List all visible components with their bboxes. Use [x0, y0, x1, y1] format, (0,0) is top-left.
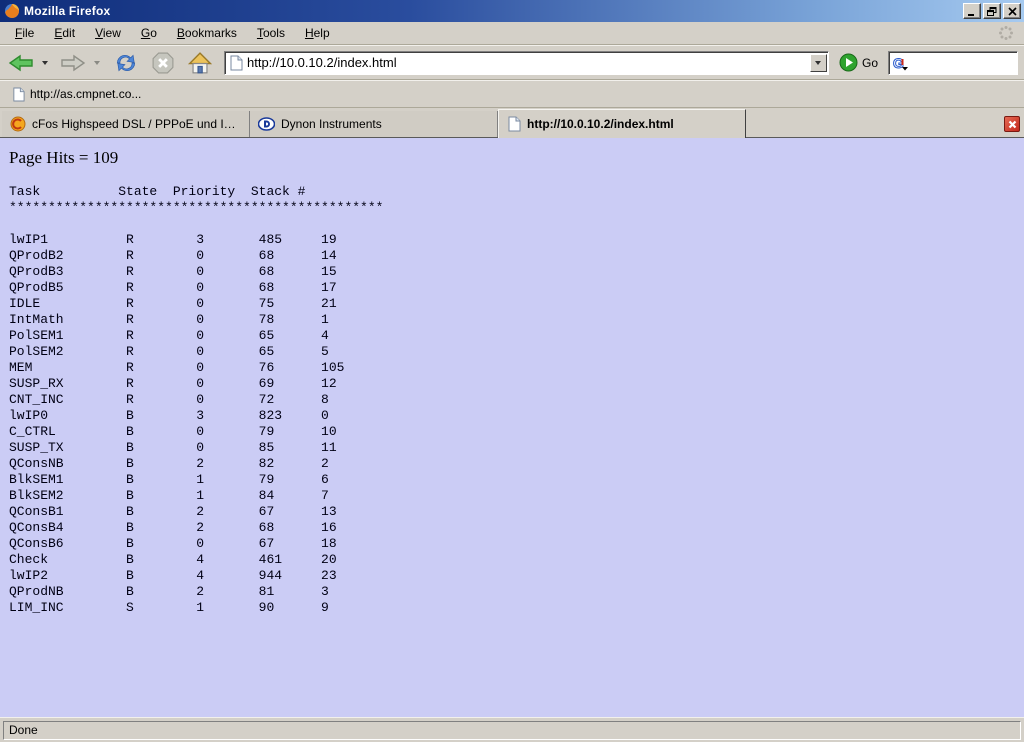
title-bar[interactable]: Mozilla Firefox [0, 0, 1024, 22]
close-icon [1008, 120, 1017, 129]
menu-bar: File Edit View Go Bookmarks Tools Help [0, 22, 1024, 45]
url-input[interactable] [247, 52, 806, 74]
bookmarks-toolbar: http://as.cmpnet.co... [0, 80, 1024, 108]
menu-go[interactable]: Go [132, 23, 166, 43]
go-button[interactable]: Go [833, 53, 884, 72]
menu-bookmarks[interactable]: Bookmarks [168, 23, 246, 43]
dynon-icon [258, 117, 275, 131]
menu-help[interactable]: Help [296, 23, 339, 43]
reload-button[interactable] [112, 50, 140, 76]
tab-bar: cFos Highspeed DSL / PPPoE und ISDN CAP.… [0, 108, 1024, 138]
page-content: Page Hits = 109 Task State Priority Stac… [0, 138, 1024, 717]
page-hits-text: Page Hits = 109 [9, 148, 1024, 168]
go-button-label: Go [862, 56, 878, 70]
status-text: Done [3, 721, 1021, 740]
search-box: G [888, 51, 1018, 75]
window-title: Mozilla Firefox [24, 4, 959, 18]
tab-active-10-0-10-2[interactable]: http://10.0.10.2/index.html [498, 109, 746, 138]
google-search-icon: G [892, 55, 910, 71]
tab-label: http://10.0.10.2/index.html [527, 117, 674, 131]
menu-tools[interactable]: Tools [248, 23, 294, 43]
forward-button[interactable] [58, 50, 88, 76]
bookmark-label: http://as.cmpnet.co... [30, 87, 141, 101]
navigation-toolbar: Go G [0, 45, 1024, 80]
firefox-logo-icon [4, 3, 20, 19]
cfos-icon [10, 116, 26, 132]
page-icon [507, 116, 521, 132]
page-icon [229, 55, 243, 71]
menu-edit[interactable]: Edit [45, 23, 84, 43]
restore-button[interactable] [983, 3, 1001, 19]
close-window-button[interactable] [1003, 3, 1021, 19]
tab-dynon[interactable]: Dynon Instruments [250, 111, 498, 137]
search-input[interactable] [912, 52, 1024, 74]
tab-label: cFos Highspeed DSL / PPPoE und ISDN CAP.… [32, 117, 241, 131]
throbber-icon [998, 25, 1014, 41]
stop-button[interactable] [150, 50, 176, 76]
task-table: Task State Priority Stack # ************… [9, 184, 1024, 616]
bookmark-item[interactable]: http://as.cmpnet.co... [8, 85, 145, 104]
tab-cfos[interactable]: cFos Highspeed DSL / PPPoE und ISDN CAP.… [2, 111, 250, 137]
minimize-button[interactable] [963, 3, 981, 19]
menu-view[interactable]: View [86, 23, 130, 43]
page-icon [12, 87, 25, 102]
go-icon [839, 53, 858, 72]
back-button[interactable] [6, 50, 36, 76]
url-bar [224, 51, 829, 75]
chevron-down-icon [815, 61, 821, 65]
status-bar: Done [0, 717, 1024, 742]
tab-label: Dynon Instruments [281, 117, 382, 131]
back-dropdown-icon[interactable] [42, 61, 48, 65]
url-dropdown-button[interactable] [810, 54, 827, 72]
forward-dropdown-icon[interactable] [94, 61, 100, 65]
home-button[interactable] [186, 50, 214, 76]
close-tab-button[interactable] [1004, 116, 1020, 132]
menu-file[interactable]: File [6, 23, 43, 43]
browser-window: Mozilla Firefox File Edit [0, 0, 1024, 742]
